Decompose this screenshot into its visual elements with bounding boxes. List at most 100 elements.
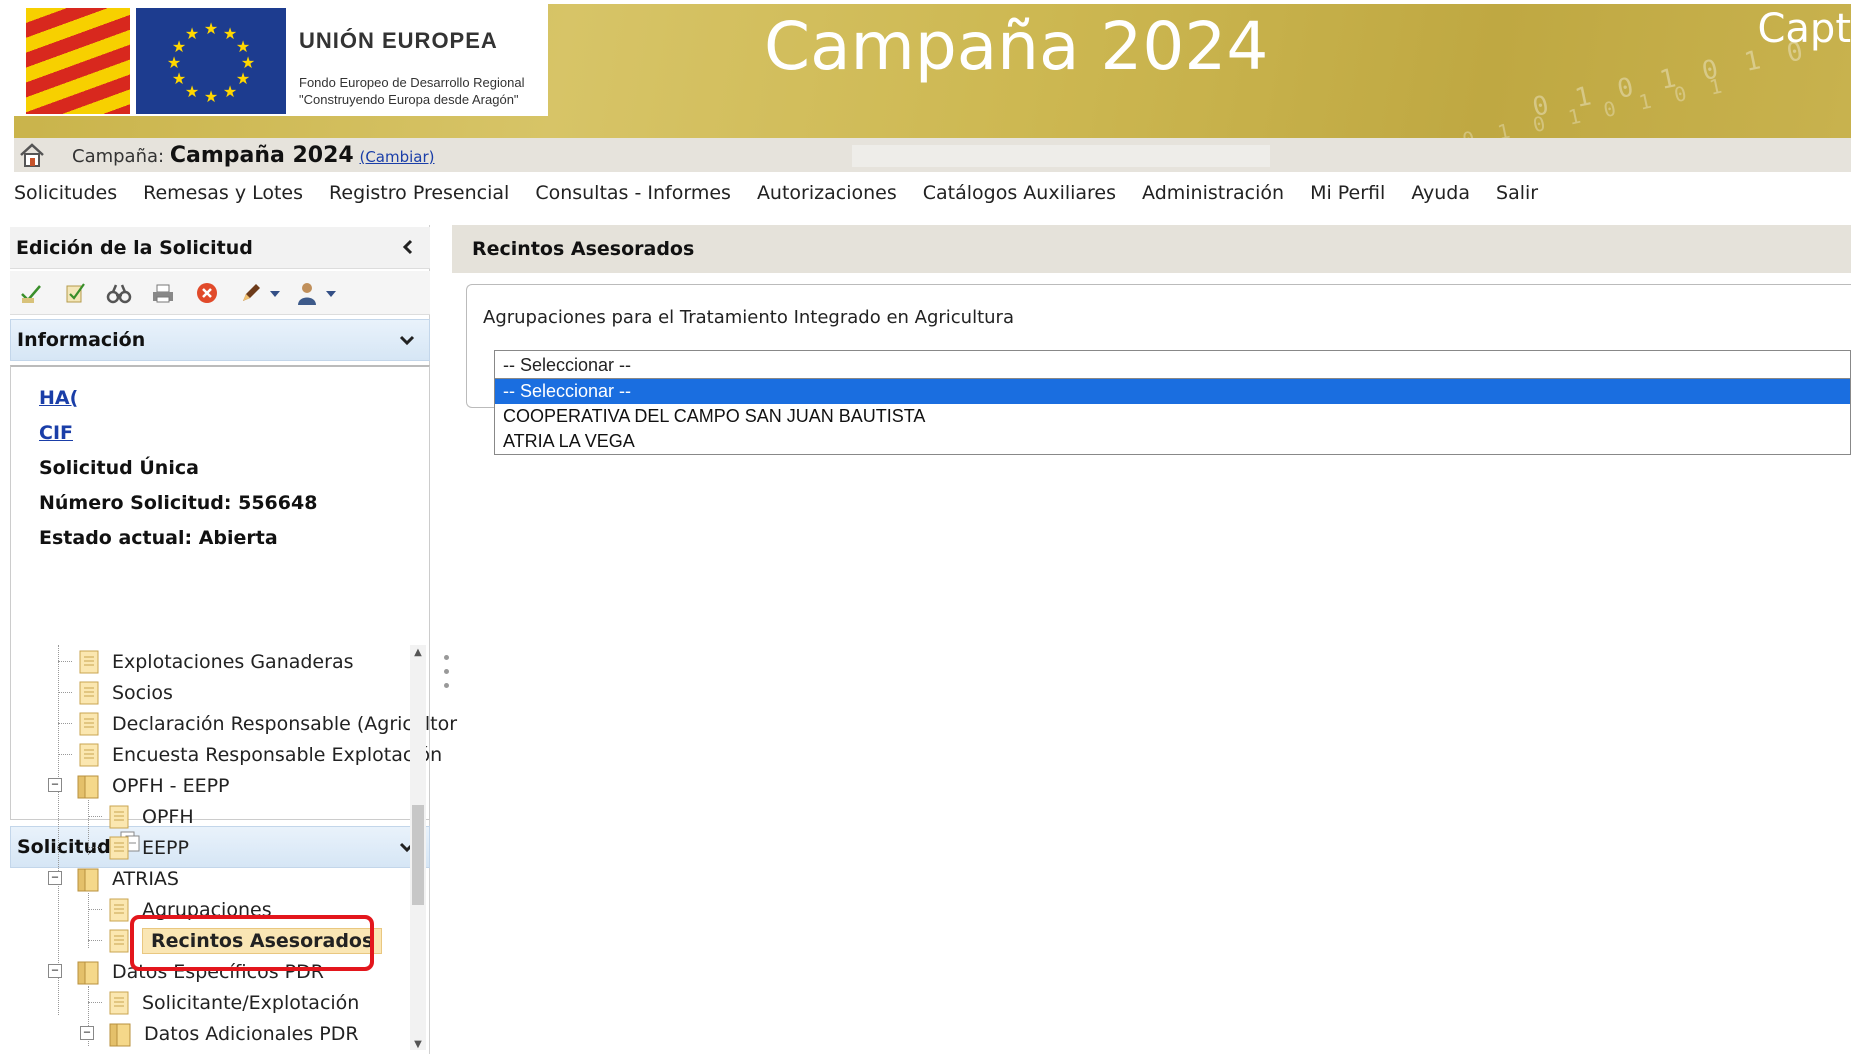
tree-item-label: ATRIAS [112,867,179,890]
user-dropdown-icon[interactable] [326,280,336,306]
menu-item-salir[interactable]: Salir [1496,182,1538,216]
tree-connector [88,847,102,848]
main-panel-header: Recintos Asesorados [452,225,1851,273]
solicitud-panel-header[interactable]: Solicitud [10,826,430,868]
tree-folder-datos-adicionales[interactable]: Datos Adicionales PDR [108,1018,359,1049]
tree-item-encuesta[interactable]: Encuesta Responsable Explotación [78,739,442,770]
tree-connector [88,940,102,941]
menu-item-catalogos[interactable]: Catálogos Auxiliares [923,182,1116,216]
campaign-bar: Campaña: Campaña 2024 (Cambiar) [14,138,1851,172]
pencil-icon[interactable] [238,280,264,306]
tree-connector [88,909,102,910]
eu-flag-icon: ★ ★ ★ ★ ★ ★ ★ ★ ★ ★ ★ ★ [136,8,286,114]
validate-icon[interactable] [18,280,44,306]
aragon-flag-icon [26,8,130,114]
campaign-label-text: Campaña: [72,146,165,167]
menu-item-remesas[interactable]: Remesas y Lotes [143,182,303,216]
tree-item-declaracion[interactable]: Declaración Responsable (Agricultor [78,708,457,739]
info-request-type: Solicitud Única [39,457,199,479]
scroll-thumb[interactable] [412,805,424,905]
home-icon[interactable] [18,142,46,168]
main-menu: Solicitudes Remesas y Lotes Registro Pre… [14,182,1564,216]
pencil-dropdown-icon[interactable] [270,280,280,306]
chevron-down-icon[interactable] [397,330,417,350]
svg-text:★: ★ [185,82,199,101]
document-icon [79,743,99,766]
collapse-toggle-icon[interactable]: − [48,871,62,885]
document-icon [109,898,129,921]
folder-icon [77,961,99,984]
print-icon[interactable] [150,280,176,306]
info-link-ha[interactable]: HA( [39,381,401,416]
collapse-toggle-icon[interactable]: − [48,964,62,978]
eu-title: UNIÓN EUROPEA [299,28,498,53]
dropdown-option[interactable]: ATRIA LA VEGA [495,429,1850,454]
banner-corner-text: Capt [1757,6,1851,52]
menu-item-consultas[interactable]: Consultas - Informes [535,182,731,216]
tree-connector [58,754,72,755]
tree-item-socios[interactable]: Socios [78,677,173,708]
scroll-up-icon[interactable]: ▲ [413,647,423,658]
menu-item-autorizaciones[interactable]: Autorizaciones [757,182,897,216]
menu-item-solicitudes[interactable]: Solicitudes [14,182,117,216]
tree-item-label: OPFH - EEPP [112,774,230,797]
agrupaciones-select[interactable]: -- Seleccionar -- [494,350,1851,380]
document-icon [79,650,99,673]
tree-folder-opfh-eepp[interactable]: OPFH - EEPP [76,770,230,801]
edit-toolbar [10,271,430,315]
svg-text:★: ★ [204,19,218,38]
tree-connector [88,1002,102,1003]
tree-connector [58,723,72,724]
tree-folder-atrias[interactable]: ATRIAS [76,863,179,894]
header-banner: 0 1 0 1 0 1 0 1 0 1 0 1 0 1 0 1 ★ ★ ★ ★ ★ ★ … [14,4,1851,138]
tree-item-label: Encuesta Responsable Explotación [112,743,443,766]
tree-item-explotaciones[interactable]: Explotaciones Ganaderas [78,646,353,677]
dropdown-option[interactable]: COOPERATIVA DEL CAMPO SAN JUAN BAUTISTA [495,404,1850,429]
document-icon [109,805,129,828]
tree-item-solicitante[interactable]: Solicitante/Explotación [108,987,359,1018]
main-panel-title: Recintos Asesorados [472,238,695,260]
user-icon[interactable] [294,280,320,306]
banner-binary-decoration-2: 1 0 1 0 1 0 1 0 1 [1425,72,1731,138]
cancel-icon[interactable] [194,280,220,306]
tree-item-label: Datos Adicionales PDR [144,1022,359,1045]
menu-item-administracion[interactable]: Administración [1142,182,1284,216]
menu-item-ayuda[interactable]: Ayuda [1411,182,1470,216]
tree-item-eepp[interactable]: EEPP [108,832,189,863]
change-campaign-link[interactable]: (Cambiar) [359,148,434,166]
tree-item-label: Explotaciones Ganaderas [112,650,354,673]
tree-connector [58,661,72,662]
tree-item-label: OPFH [142,805,194,828]
panel-splitter-handle[interactable] [444,655,450,705]
edit-panel-title: Edición de la Solicitud [16,236,253,259]
collapse-left-icon[interactable] [398,237,418,257]
campaign-title: Campaña 2024 [764,8,1269,85]
scroll-down-icon[interactable]: ▼ [413,1039,423,1050]
document-icon [109,929,129,952]
folder-icon [109,1023,131,1046]
folder-icon [77,868,99,891]
check-edit-icon[interactable] [62,280,88,306]
tree-item-opfh[interactable]: OPFH [108,801,194,832]
tree-scrollbar[interactable]: ▲ ▼ [410,645,426,1050]
collapse-toggle-icon[interactable]: − [80,1026,94,1040]
info-panel-title: Información [17,329,146,351]
tree-guide [58,645,59,1015]
svg-text:★: ★ [223,82,237,101]
highlight-annotation [130,915,374,971]
collapse-toggle-icon[interactable]: − [48,778,62,792]
info-request-number: Número Solicitud: 556648 [39,492,318,514]
info-link-cif[interactable]: CIF [39,416,401,451]
binoculars-icon[interactable] [106,280,132,306]
edit-panel-header: Edición de la Solicitud [10,227,430,269]
dropdown-option[interactable]: -- Seleccionar -- [495,379,1850,404]
menu-item-registro[interactable]: Registro Presencial [329,182,509,216]
menu-item-mi-perfil[interactable]: Mi Perfil [1310,182,1385,216]
campaign-value: Campaña 2024 [169,143,354,168]
document-icon [109,991,129,1014]
tree-connector [58,692,72,693]
tree-item-label: Socios [112,681,173,704]
campaign-label: Campaña: Campaña 2024 (Cambiar) [72,143,435,168]
agrupaciones-label: Agrupaciones para el Tratamiento Integra… [483,307,1014,328]
info-panel-header[interactable]: Información [10,319,430,361]
